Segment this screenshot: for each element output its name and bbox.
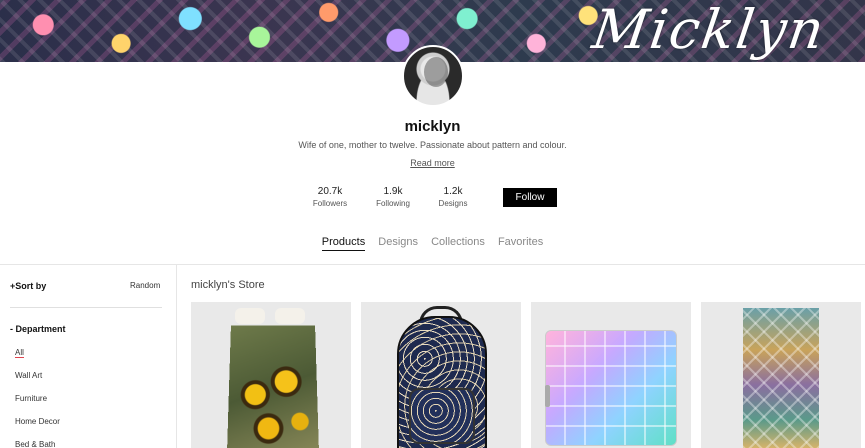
- tab-products[interactable]: Products: [321, 236, 366, 251]
- stat-label: Followers: [312, 199, 348, 208]
- store-title: micklyn's Store: [191, 279, 265, 291]
- stat-value: 1.9k: [383, 186, 403, 197]
- avatar[interactable]: [402, 45, 464, 107]
- tab-collections[interactable]: Collections: [431, 236, 485, 250]
- product-card-duvet-cover[interactable]: [191, 302, 351, 448]
- profile-username: micklyn: [404, 118, 461, 135]
- follow-button[interactable]: Follow: [503, 188, 557, 207]
- stat-label: Following: [376, 199, 410, 208]
- profile-bio: Wife of one, mother to twelve. Passionat…: [298, 140, 567, 150]
- sort-by-toggle[interactable]: +Sort by: [10, 281, 46, 291]
- product-card-backpack[interactable]: [361, 302, 521, 448]
- department-toggle[interactable]: - Department: [10, 324, 66, 334]
- sidebar-divider: [176, 264, 177, 448]
- stat-value: 20.7k: [317, 186, 343, 197]
- department-item-home-decor[interactable]: Home Decor: [15, 417, 60, 426]
- product-card-bath-towel[interactable]: [701, 302, 861, 448]
- sort-value-select[interactable]: Random: [130, 281, 160, 290]
- stat-designs[interactable]: 1.2k Designs: [423, 186, 483, 208]
- read-more: Read more: [0, 158, 865, 168]
- pillow-shape: [275, 308, 305, 324]
- sidebar-separator: [10, 307, 162, 308]
- duvet-cover-image: [226, 325, 320, 448]
- backpack-pocket: [409, 388, 475, 444]
- stat-value: 1.2k: [443, 186, 463, 197]
- department-item-wall-art[interactable]: Wall Art: [15, 371, 42, 380]
- department-item-bed-bath[interactable]: Bed & Bath: [15, 440, 55, 448]
- profile-tabs: Products Designs Collections Favorites: [0, 236, 865, 251]
- bath-towel-image: [743, 308, 819, 448]
- banner-signature: Micklyn: [588, 0, 830, 61]
- stat-label: Designs: [438, 199, 468, 208]
- read-more-link[interactable]: Read more: [410, 158, 455, 168]
- stat-following[interactable]: 1.9k Following: [363, 186, 423, 208]
- stat-followers[interactable]: 20.7k Followers: [300, 186, 360, 208]
- laptop-skin-image: [545, 330, 677, 446]
- tab-designs[interactable]: Designs: [378, 236, 418, 250]
- tab-favorites[interactable]: Favorites: [498, 236, 543, 250]
- divider: [0, 264, 865, 265]
- department-item-furniture[interactable]: Furniture: [15, 394, 47, 403]
- department-item-all[interactable]: All: [15, 348, 24, 358]
- pillow-shape: [235, 308, 265, 324]
- product-card-laptop-skin[interactable]: [531, 302, 691, 448]
